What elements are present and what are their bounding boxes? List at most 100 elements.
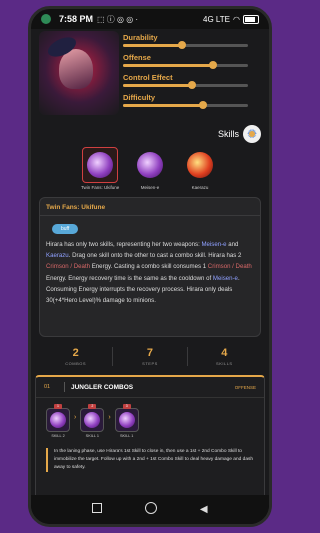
skill-meisen-e-icon <box>137 152 163 178</box>
stat-fill <box>123 44 182 47</box>
skill-name: Meisen-e <box>140 185 160 190</box>
buff-tag: buff <box>52 224 79 234</box>
desc-segment: Hirara has only two skills, representing… <box>46 241 202 248</box>
arrow-right-icon: › <box>108 414 111 421</box>
skill-description-title: Twin Fans: Ukifune <box>40 198 260 216</box>
skills-header: Skills ✺ <box>218 125 261 143</box>
combo-step: 3 SKILL 1 <box>114 404 139 438</box>
combo-step: 1 SKILL 2 <box>46 404 70 438</box>
count-label: SKILLS <box>216 361 233 366</box>
settings-gear-icon[interactable]: ✺ <box>243 125 261 143</box>
stat-track <box>123 101 248 109</box>
phone-frame: 7:58 PM ⬚ ⓘ ◎ ◎ · 4G LTE ◠ Durability Of… <box>28 6 272 527</box>
combo-number: 01 <box>44 384 51 390</box>
stat-fill <box>123 64 213 67</box>
desc-highlight: Meisen-e <box>212 274 238 282</box>
combo-divider <box>64 382 65 392</box>
battery-icon <box>243 14 259 24</box>
skill-1-icon <box>84 412 101 428</box>
skill-frame <box>132 147 168 183</box>
skill-frame <box>82 147 118 183</box>
combo-description: In the laning phase, use Hirara's 1st Sk… <box>46 448 258 472</box>
count-label: COMBOS <box>65 361 87 366</box>
combo-steps: 1 SKILL 2 › 2 SKILL 1 › 3 SKILL 1 <box>36 398 264 438</box>
skill-card-ukifune[interactable]: Twin Fans: Ukifune <box>81 147 119 190</box>
skill-name: Twin Fans: Ukifune <box>81 185 120 190</box>
stat-knob <box>177 41 186 49</box>
count-steps: 7 STEPS <box>113 347 188 366</box>
system-nav-bar: ◀ <box>31 495 269 524</box>
step-label: SKILL 1 <box>120 434 134 438</box>
signal-icon: 4G LTE <box>203 14 231 24</box>
desc-highlight: Meisen-e <box>201 241 227 248</box>
desc-segment: Energy. Energy recovery time is the same… <box>46 274 213 282</box>
notification-icons: ⬚ ⓘ ◎ ◎ · <box>97 14 139 24</box>
nav-recents-icon[interactable] <box>92 503 103 516</box>
status-time: 7:58 PM <box>59 14 94 24</box>
combo-header[interactable]: 01 JUNGLER COMBOS OFFENSE <box>36 377 264 398</box>
stat-offense: Offense <box>123 53 248 69</box>
stat-track <box>123 41 248 49</box>
status-right: 4G LTE ◠ <box>203 14 259 24</box>
skill-name: Kaerazu <box>191 185 209 190</box>
combo-counts: 2 COMBOS 7 STEPS 4 SKILLS <box>39 347 261 366</box>
stat-label: Offense <box>123 53 151 62</box>
combo-title: JUNGLER COMBOS <box>71 383 134 391</box>
count-combos: 2 COMBOS <box>39 347 114 366</box>
stat-knob <box>199 101 207 109</box>
step-badge: 1 <box>54 404 62 409</box>
combo-tag: OFFENSE <box>234 384 256 390</box>
skill-2-icon <box>50 412 66 428</box>
stat-knob <box>187 81 196 89</box>
step-badge: 3 <box>122 404 131 409</box>
step-icon-frame <box>80 408 105 432</box>
step-icon-frame <box>46 408 70 432</box>
step-label: SKILL 1 <box>85 434 100 438</box>
step-badge: 2 <box>88 404 97 409</box>
desc-highlight: Kaerazu <box>46 252 69 260</box>
step-icon-frame <box>114 408 139 432</box>
skill-frame <box>182 147 218 183</box>
stat-knob <box>209 61 217 69</box>
count-value: 2 <box>72 347 79 359</box>
mic-indicator-icon <box>41 14 51 24</box>
skill-card-meisen-e[interactable]: Meisen-e <box>131 147 169 190</box>
stat-label: Durability <box>123 33 158 42</box>
combo-step: 2 SKILL 1 <box>80 404 105 438</box>
status-bar: 7:58 PM ⬚ ⓘ ◎ ◎ · 4G LTE ◠ <box>31 9 269 29</box>
stat-control-effect: Control Effect <box>123 73 248 89</box>
skill-kaerazu-icon <box>187 152 213 178</box>
stat-difficulty: Difficulty <box>123 93 248 109</box>
stat-track <box>123 81 248 89</box>
count-label: STEPS <box>142 361 158 366</box>
skill-1-icon <box>118 412 135 428</box>
wifi-icon: ◠ <box>233 14 240 24</box>
step-label: SKILL 2 <box>51 434 65 438</box>
skill-icons: Twin Fans: Ukifune Meisen-e Kaerazu <box>31 147 269 190</box>
stat-track <box>123 61 248 69</box>
stat-label: Control Effect <box>123 73 173 82</box>
nav-back-icon[interactable]: ◀ <box>200 504 208 515</box>
nav-home-icon[interactable] <box>145 502 158 517</box>
hero-stats: Durability Offense Control Effect Diffic… <box>123 33 248 113</box>
skill-description-text: Hirara has only two skills, representing… <box>40 235 260 310</box>
count-skills: 4 SKILLS <box>188 347 261 366</box>
stat-fill <box>123 84 192 87</box>
count-value: 4 <box>221 347 228 359</box>
desc-segment: Energy. Casting a combo skill consumes 1 <box>90 263 208 271</box>
skill-ukifune-icon <box>87 152 113 178</box>
desc-energy-highlight: Crimson / Death <box>46 263 91 271</box>
stat-durability: Durability <box>123 33 248 49</box>
skill-description-card: Twin Fans: Ukifune buff Hirara has only … <box>39 197 261 337</box>
app-screen: Durability Offense Control Effect Diffic… <box>31 29 269 495</box>
desc-segment: and <box>226 241 239 248</box>
combo-card: 01 JUNGLER COMBOS OFFENSE 1 SKILL 2 › 2 … <box>35 375 265 495</box>
stat-label: Difficulty <box>123 93 156 102</box>
desc-energy-highlight: Crimson / Death <box>207 263 252 271</box>
arrow-right-icon: › <box>74 414 77 421</box>
hero-portrait <box>39 31 119 115</box>
skills-label: Skills <box>217 129 239 139</box>
skill-card-kaerazu[interactable]: Kaerazu <box>181 147 219 190</box>
desc-segment: . Drag one skill onto the other to cast … <box>68 252 242 260</box>
stat-fill <box>123 104 203 107</box>
